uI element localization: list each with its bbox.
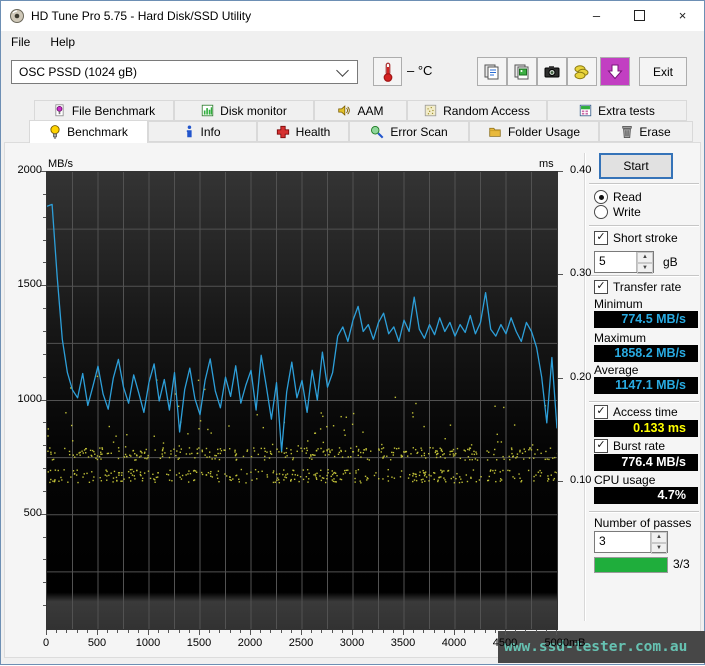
drive-select-value: OSC PSSD (1024 gB): [12, 65, 338, 79]
tab-file-benchmark[interactable]: File Benchmark: [34, 100, 174, 121]
trash-icon: [621, 125, 633, 139]
coins-icon: [573, 63, 591, 81]
close-icon: ×: [679, 8, 687, 23]
folder-icon: [488, 125, 502, 138]
maximum-label: Maximum: [594, 331, 646, 345]
tab-extra-tests[interactable]: Extra tests: [547, 100, 687, 121]
checkbox-checked-icon: [594, 231, 608, 245]
minimize-icon: –: [593, 8, 600, 23]
progress-fill: [595, 558, 667, 572]
benchmark-chart: [46, 171, 558, 630]
short-stroke-size-spinner[interactable]: 5 ▲▼: [594, 251, 654, 273]
tab-random-access[interactable]: Random Access: [407, 100, 547, 121]
radio-selected-icon: [594, 190, 608, 204]
info-icon: [184, 125, 194, 139]
transfer-rate-checkbox[interactable]: Transfer rate: [594, 280, 681, 294]
read-radio[interactable]: Read: [594, 190, 642, 204]
random-access-icon: [424, 104, 437, 117]
extra-tests-icon: [579, 104, 592, 117]
checkbox-checked-icon: [594, 439, 608, 453]
chart-canvas: [47, 172, 557, 629]
minimize-button[interactable]: –: [575, 1, 618, 30]
donate-button[interactable]: [567, 57, 597, 86]
spin-down-icon: ▼: [651, 543, 667, 554]
access-time-value: 0.133 ms: [594, 420, 698, 437]
download-arrow-icon: [606, 63, 624, 81]
panel-separator-vertical: [584, 153, 586, 621]
pass-progress-bar: [594, 557, 668, 573]
title-bar: HD Tune Pro 5.75 - Hard Disk/SSD Utility…: [1, 1, 704, 31]
separator: [589, 401, 699, 403]
window-title: HD Tune Pro 5.75 - Hard Disk/SSD Utility: [31, 9, 251, 23]
minimum-label: Minimum: [594, 297, 643, 311]
menu-bar: File Help: [1, 31, 704, 53]
tab-aam[interactable]: AAM: [314, 100, 407, 121]
camera-icon: [543, 63, 561, 81]
disk-monitor-icon: [201, 104, 214, 117]
cpu-usage-label: CPU usage: [594, 473, 655, 487]
benchmark-lightbulb-icon: [49, 125, 61, 140]
average-label: Average: [594, 363, 638, 377]
screenshot-button[interactable]: [537, 57, 567, 86]
passes-label: Number of passes: [594, 516, 691, 530]
checkbox-checked-icon: [594, 405, 608, 419]
menu-file[interactable]: File: [1, 31, 40, 53]
spinner-arrows[interactable]: ▲▼: [650, 532, 667, 552]
maximize-icon: [634, 10, 645, 21]
tab-disk-monitor[interactable]: Disk monitor: [174, 100, 314, 121]
copy-text-button[interactable]: [477, 57, 507, 86]
average-value: 1147.1 MB/s: [594, 377, 698, 394]
toolbar: OSC PSSD (1024 gB) – °C: [1, 53, 704, 93]
temperature-readout: – °C: [407, 63, 432, 78]
tab-info[interactable]: Info: [148, 121, 257, 142]
speaker-icon: [337, 104, 351, 117]
short-stroke-checkbox[interactable]: Short stroke: [594, 231, 678, 245]
magnifier-icon: [370, 125, 384, 139]
cpu-usage-value: 4.7%: [594, 487, 698, 504]
watermark-banner: www.ssd-tester.com.au: [498, 631, 705, 663]
chevron-down-icon: [336, 64, 349, 77]
tab-error-scan[interactable]: Error Scan: [349, 121, 469, 142]
burst-rate-value: 776.4 MB/s: [594, 454, 698, 471]
copy-image-icon: [513, 63, 531, 81]
passes-spinner[interactable]: 3 ▲▼: [594, 531, 668, 553]
health-cross-icon: [276, 125, 290, 139]
file-benchmark-icon: [53, 104, 66, 117]
separator: [589, 275, 699, 277]
minimum-value: 774.5 MB/s: [594, 311, 698, 328]
copy-text-icon: [483, 63, 501, 81]
watermark-text: www.ssd-tester.com.au: [498, 639, 687, 655]
spin-down-icon: ▼: [637, 263, 653, 274]
app-window: HD Tune Pro 5.75 - Hard Disk/SSD Utility…: [0, 0, 705, 665]
maximize-button[interactable]: [618, 1, 661, 30]
start-button[interactable]: Start: [599, 153, 673, 179]
checkbox-checked-icon: [594, 280, 608, 294]
maximum-value: 1858.2 MB/s: [594, 345, 698, 362]
tab-benchmark[interactable]: Benchmark: [29, 120, 148, 143]
separator: [589, 183, 699, 185]
progress-count: 3/3: [673, 557, 690, 571]
access-time-checkbox[interactable]: Access time: [594, 405, 678, 419]
thermometer-icon: [379, 62, 397, 82]
menu-help[interactable]: Help: [40, 31, 85, 53]
separator: [589, 225, 699, 227]
copy-image-button[interactable]: [507, 57, 537, 86]
download-button[interactable]: [600, 57, 630, 86]
spin-up-icon: ▲: [651, 532, 667, 543]
temperature-button[interactable]: [373, 57, 402, 86]
tab-erase[interactable]: Erase: [599, 121, 693, 142]
close-button[interactable]: ×: [661, 1, 704, 30]
spinner-arrows[interactable]: ▲▼: [636, 252, 653, 272]
tab-health[interactable]: Health: [257, 121, 349, 142]
tab-folder-usage[interactable]: Folder Usage: [469, 121, 599, 142]
exit-button[interactable]: Exit: [639, 57, 687, 86]
separator: [589, 511, 699, 513]
burst-rate-checkbox[interactable]: Burst rate: [594, 439, 665, 453]
size-unit-label: gB: [663, 255, 678, 269]
app-icon: [9, 8, 25, 24]
radio-unselected-icon: [594, 205, 608, 219]
write-radio[interactable]: Write: [594, 205, 641, 219]
spin-up-icon: ▲: [637, 252, 653, 263]
drive-select-dropdown[interactable]: OSC PSSD (1024 gB): [11, 60, 358, 84]
